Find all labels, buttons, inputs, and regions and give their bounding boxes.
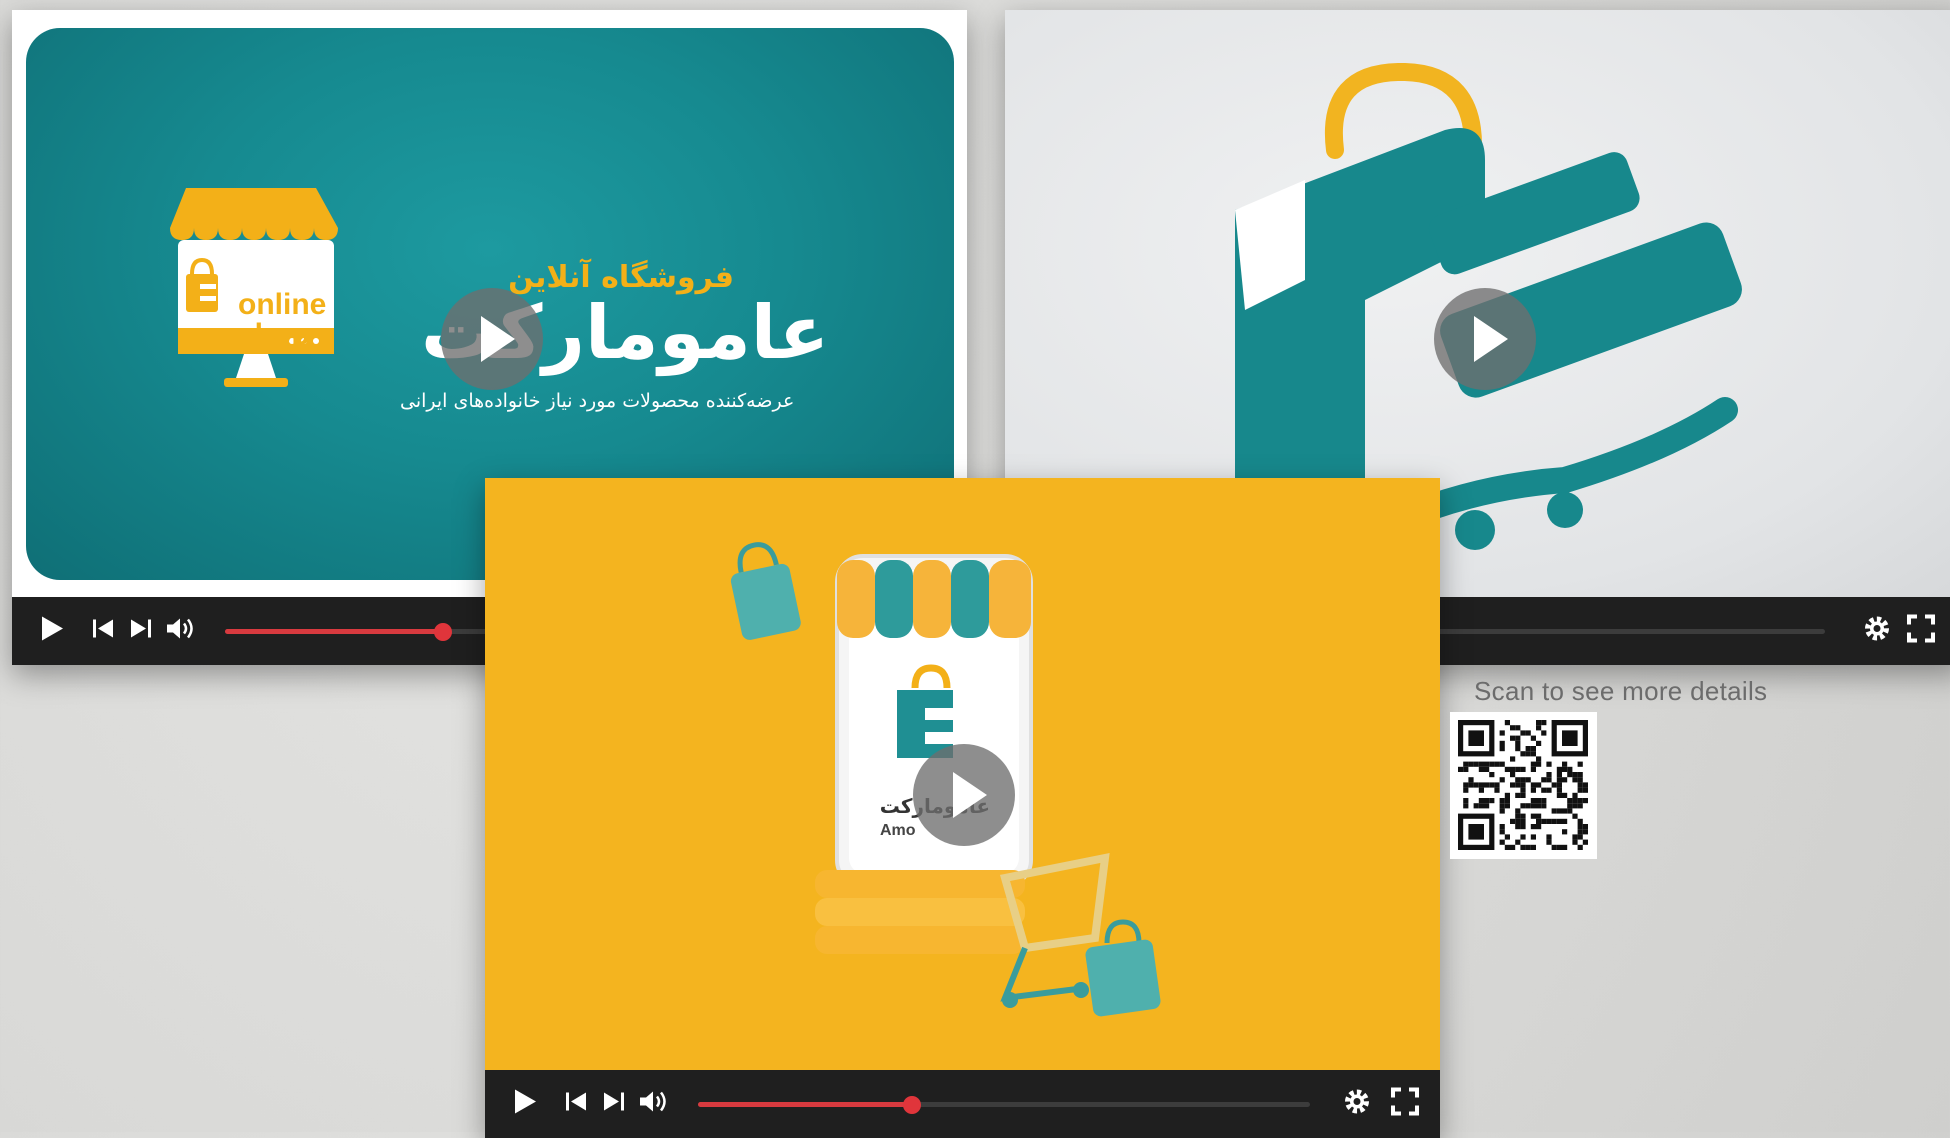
fullscreen-button[interactable] [1907,614,1935,648]
brand-subtitle: عرضه‌کننده محصولات مورد نیاز خانواده‌های… [400,390,795,412]
seek-handle[interactable] [903,1095,922,1114]
big-play-button[interactable] [913,744,1015,846]
play-icon [1474,316,1508,362]
phone-brand-latin: Amo [880,822,916,839]
seek-progress [225,629,443,634]
previous-button[interactable] [565,1092,587,1117]
volume-button[interactable] [639,1090,671,1119]
next-icon [604,1092,624,1111]
settings-button[interactable] [1863,615,1891,648]
play-icon [481,316,515,362]
settings-gear-icon [1865,616,1889,641]
logo-line-online: online [238,288,327,321]
qr-caption: Scan to see more details [1474,676,1768,706]
seek-bar[interactable] [698,1095,1310,1114]
previous-icon [93,619,113,638]
play-icon [953,772,987,818]
logo-line-shop: shop [238,318,310,351]
fullscreen-button[interactable] [1391,1087,1419,1121]
control-bar [485,1070,1440,1138]
next-button[interactable] [130,619,152,644]
fullscreen-icon [1391,1087,1419,1116]
fullscreen-icon [1907,614,1935,643]
big-play-button[interactable] [1434,288,1536,390]
volume-icon [167,618,193,639]
volume-icon [640,1091,666,1112]
qr-code[interactable] [1450,712,1597,859]
seek-progress [698,1102,913,1107]
play-icon [515,1089,536,1114]
play-button[interactable] [513,1089,537,1120]
volume-button[interactable] [166,617,198,646]
previous-button[interactable] [92,619,114,644]
previous-icon [566,1092,586,1111]
video-player-yellow[interactable]: عامومارکت Amo [485,478,1440,1138]
big-play-button[interactable] [441,288,543,390]
online-shop-logo-text: online shop [238,290,326,350]
seek-handle[interactable] [433,622,452,641]
next-button[interactable] [603,1092,625,1117]
qr-code-icon [1458,720,1588,850]
video-frame[interactable]: عامومارکت Amo [485,478,1440,1070]
settings-button[interactable] [1343,1088,1371,1121]
next-icon [131,619,151,638]
settings-gear-icon [1345,1089,1369,1114]
play-icon [42,616,63,641]
play-button[interactable] [40,616,64,647]
